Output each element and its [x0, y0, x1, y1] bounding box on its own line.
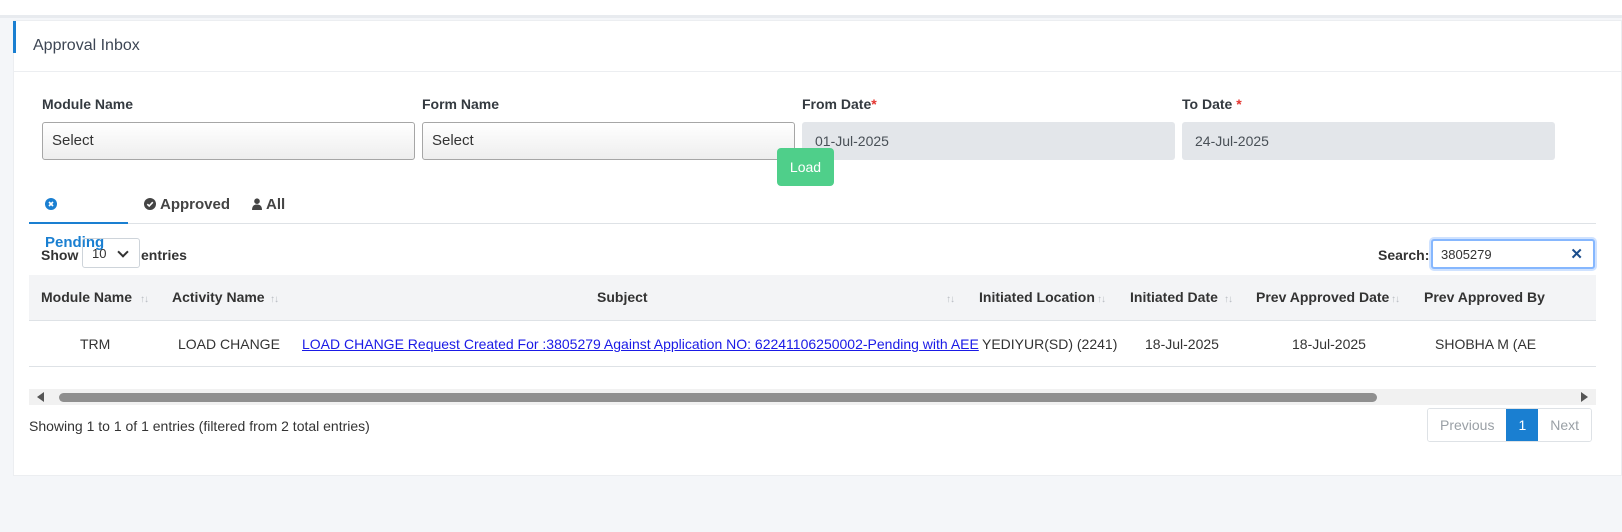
from-date-input[interactable]: 01-Jul-2025 [802, 122, 1175, 160]
search-input[interactable]: 3805279 ✕ [1431, 239, 1595, 269]
previous-button[interactable]: Previous [1428, 409, 1507, 441]
page-title: Approval Inbox [33, 37, 140, 54]
scroll-left-icon[interactable] [37, 392, 44, 402]
column-header-prev-approved-date[interactable]: Prev Approved Date [1256, 289, 1389, 305]
from-date-label: From Date* [802, 96, 877, 112]
tab-label: All [266, 196, 286, 213]
cell-activity: LOAD CHANGE [178, 336, 280, 352]
sort-icon[interactable]: ↑↓ [140, 294, 149, 305]
tab-all[interactable]: All [236, 186, 301, 224]
user-icon [252, 198, 262, 210]
cell-initiated-date: 18-Jul-2025 [1145, 336, 1219, 352]
page-length-value: 10 [92, 246, 107, 261]
times-circle-icon [45, 198, 57, 210]
top-bar [0, 0, 1622, 18]
table-row: TRM LOAD CHANGE LOAD CHANGE Request Crea… [29, 321, 1596, 367]
clear-search-icon[interactable]: ✕ [1570, 245, 1583, 263]
required-mark: * [1236, 96, 1242, 112]
column-header-subject[interactable]: Subject [597, 289, 648, 305]
load-button[interactable]: Load [777, 148, 834, 186]
horizontal-scrollbar[interactable] [29, 389, 1596, 405]
entries-label: entries [141, 247, 187, 263]
scrollbar-thumb[interactable] [59, 393, 1377, 402]
column-header-initiated-date[interactable]: Initiated Date [1130, 289, 1218, 305]
page-length-select[interactable]: 10 [82, 238, 140, 268]
required-mark: * [871, 96, 877, 112]
card-header: Approval Inbox [13, 21, 1622, 72]
sort-icon[interactable]: ↑↓ [1097, 294, 1106, 305]
next-button[interactable]: Next [1538, 409, 1592, 441]
column-header-location[interactable]: Initiated Location [979, 289, 1095, 305]
sort-icon[interactable]: ↑↓ [1224, 294, 1233, 305]
tab-approved[interactable]: Approved [128, 186, 246, 224]
table-header: Module Name ↑↓ Activity Name ↑↓ Subject … [29, 275, 1596, 321]
form-name-select[interactable]: Select [422, 122, 795, 160]
cell-location: YEDIYUR(SD) (2241) [982, 336, 1118, 352]
column-header-prev-approved-by[interactable]: Prev Approved By [1424, 289, 1545, 305]
column-header-activity[interactable]: Activity Name [172, 289, 265, 305]
cell-module: TRM [80, 336, 111, 352]
scroll-right-icon[interactable] [1581, 392, 1588, 402]
cell-prev-approved-by: SHOBHA M (AE [1435, 336, 1537, 352]
show-label: Show [41, 247, 79, 263]
page-1-button[interactable]: 1 [1506, 409, 1539, 441]
approval-table: Module Name ↑↓ Activity Name ↑↓ Subject … [29, 275, 1596, 387]
module-name-select[interactable]: Select [42, 122, 415, 160]
to-date-input[interactable]: 24-Jul-2025 [1182, 122, 1555, 160]
header-accent-bar [13, 21, 16, 53]
status-tabs: Pending Approved All [29, 186, 1596, 251]
tab-label: Approved [160, 196, 231, 213]
search-label: Search: [1378, 247, 1430, 263]
form-name-label: Form Name [422, 96, 500, 112]
sort-icon[interactable]: ↑↓ [946, 294, 955, 305]
cell-subject-link[interactable]: LOAD CHANGE Request Created For :3805279… [302, 336, 979, 352]
chevron-down-icon [117, 246, 129, 258]
check-circle-icon [144, 198, 156, 210]
pagination: Previous 1 Next [1427, 408, 1593, 442]
tab-pending[interactable]: Pending [29, 186, 128, 251]
sort-icon[interactable]: ↑↓ [1391, 294, 1400, 305]
sort-icon[interactable]: ↑↓ [270, 294, 279, 305]
table-info: Showing 1 to 1 of 1 entries (filtered fr… [29, 418, 370, 434]
module-name-label: Module Name [42, 96, 134, 112]
column-header-module[interactable]: Module Name [41, 289, 132, 305]
search-value: 3805279 [1441, 247, 1492, 262]
to-date-label: To Date * [1182, 96, 1242, 112]
cell-prev-approved-date: 18-Jul-2025 [1292, 336, 1366, 352]
